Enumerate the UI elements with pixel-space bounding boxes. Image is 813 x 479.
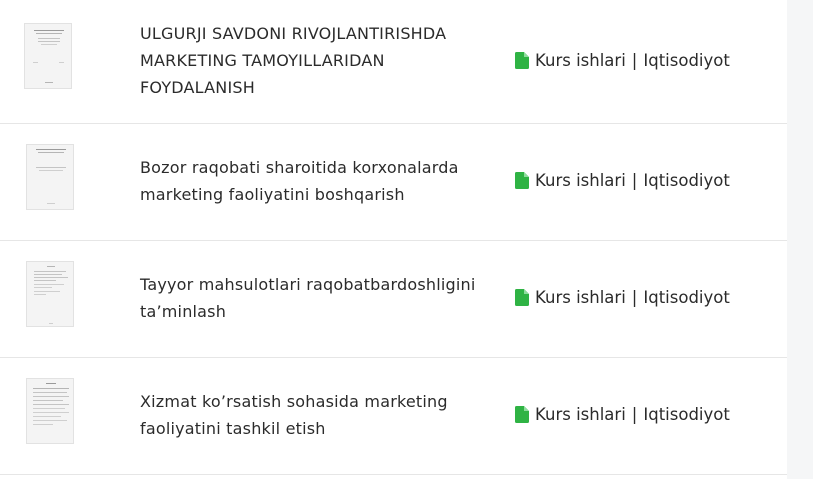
document-list: ULGURJI SAVDONI RIVOJLANTIRISHDA MARKETI… (0, 0, 787, 475)
document-meta: Kurs ishlari | Iqtisodiyot (515, 51, 730, 70)
document-thumbnail[interactable] (26, 261, 74, 327)
subcategory-link[interactable]: Iqtisodiyot (643, 171, 729, 190)
list-item: Bozor raqobati sharoitida korxonalarda m… (0, 124, 787, 241)
document-title-link[interactable]: Xizmat ko’rsatish sohasida marketing fao… (140, 388, 485, 442)
list-item: Tayyor mahsulotlari raqobatbardoshligini… (0, 241, 787, 358)
list-item: Xizmat ko’rsatish sohasida marketing fao… (0, 358, 787, 475)
document-thumbnail[interactable] (26, 378, 74, 444)
subcategory-link[interactable]: Iqtisodiyot (643, 288, 729, 307)
file-icon (515, 52, 529, 69)
meta-separator: | (631, 171, 638, 190)
document-meta: Kurs ishlari | Iqtisodiyot (515, 171, 730, 190)
subcategory-link[interactable]: Iqtisodiyot (643, 51, 729, 70)
file-icon (515, 406, 529, 423)
page-scroll-gutter[interactable] (787, 0, 813, 479)
category-link[interactable]: Kurs ishlari (535, 405, 626, 424)
meta-separator: | (631, 288, 638, 307)
category-link[interactable]: Kurs ishlari (535, 51, 626, 70)
file-icon (515, 172, 529, 189)
subcategory-link[interactable]: Iqtisodiyot (643, 405, 729, 424)
meta-separator: | (631, 51, 638, 70)
meta-separator: | (631, 405, 638, 424)
file-icon (515, 289, 529, 306)
document-thumbnail[interactable] (26, 144, 74, 210)
document-thumbnail[interactable] (24, 23, 72, 89)
list-item: ULGURJI SAVDONI RIVOJLANTIRISHDA MARKETI… (0, 0, 787, 124)
document-title-link[interactable]: ULGURJI SAVDONI RIVOJLANTIRISHDA MARKETI… (140, 20, 485, 101)
category-link[interactable]: Kurs ishlari (535, 171, 626, 190)
document-title-link[interactable]: Tayyor mahsulotlari raqobatbardoshligini… (140, 271, 485, 325)
document-title-link[interactable]: Bozor raqobati sharoitida korxonalarda m… (140, 154, 485, 208)
category-link[interactable]: Kurs ishlari (535, 288, 626, 307)
document-meta: Kurs ishlari | Iqtisodiyot (515, 288, 730, 307)
document-meta: Kurs ishlari | Iqtisodiyot (515, 405, 730, 424)
